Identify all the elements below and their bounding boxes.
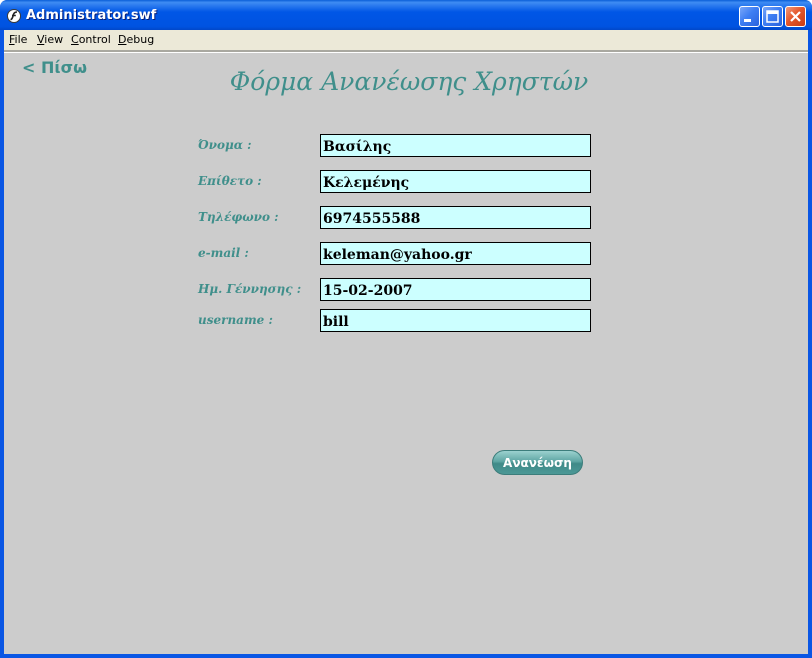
username-field[interactable] [320,309,591,332]
form-title: Φόρμα Ανανέωσης Χρηστών [229,67,589,96]
email-field[interactable] [320,242,591,265]
birth-date-label: Ημ. Γέννησης : [198,282,302,296]
minimize-button[interactable] [739,6,760,27]
menu-debug[interactable]: Debug [118,33,154,46]
first-name-label: Όνομα : [198,138,252,152]
title-bar[interactable]: Administrator.swf [0,0,812,30]
menu-file[interactable]: File [9,33,27,46]
menu-control-accel: C [71,33,79,46]
birth-date-field[interactable] [320,278,591,301]
last-name-label: Επίθετο : [198,174,262,188]
menu-debug-rest: ebug [126,33,155,46]
update-button[interactable]: Ανανέωση [492,450,583,475]
flash-player-icon [7,8,21,23]
maximize-button[interactable] [762,6,783,27]
menu-bar: File View Control Debug [4,30,808,50]
email-label: e-mail : [198,246,249,260]
first-name-field[interactable] [320,134,591,157]
menu-view-rest: iew [44,33,64,46]
menu-control-rest: ontrol [78,33,111,46]
phone-field[interactable] [320,206,591,229]
phone-label: Τηλέφωνο : [198,210,279,224]
window-title: Administrator.swf [26,8,157,23]
close-button[interactable] [785,6,806,27]
menu-file-rest: ile [14,33,28,46]
menu-control[interactable]: Control [71,33,111,46]
swf-stage: < Πίσω Φόρμα Ανανέωσης Χρηστών Όνομα : Ε… [4,53,808,654]
menu-view[interactable]: View [37,33,63,46]
app-window: Administrator.swf File View Control Debu… [0,0,812,658]
username-label: username : [198,313,273,327]
last-name-field[interactable] [320,170,591,193]
